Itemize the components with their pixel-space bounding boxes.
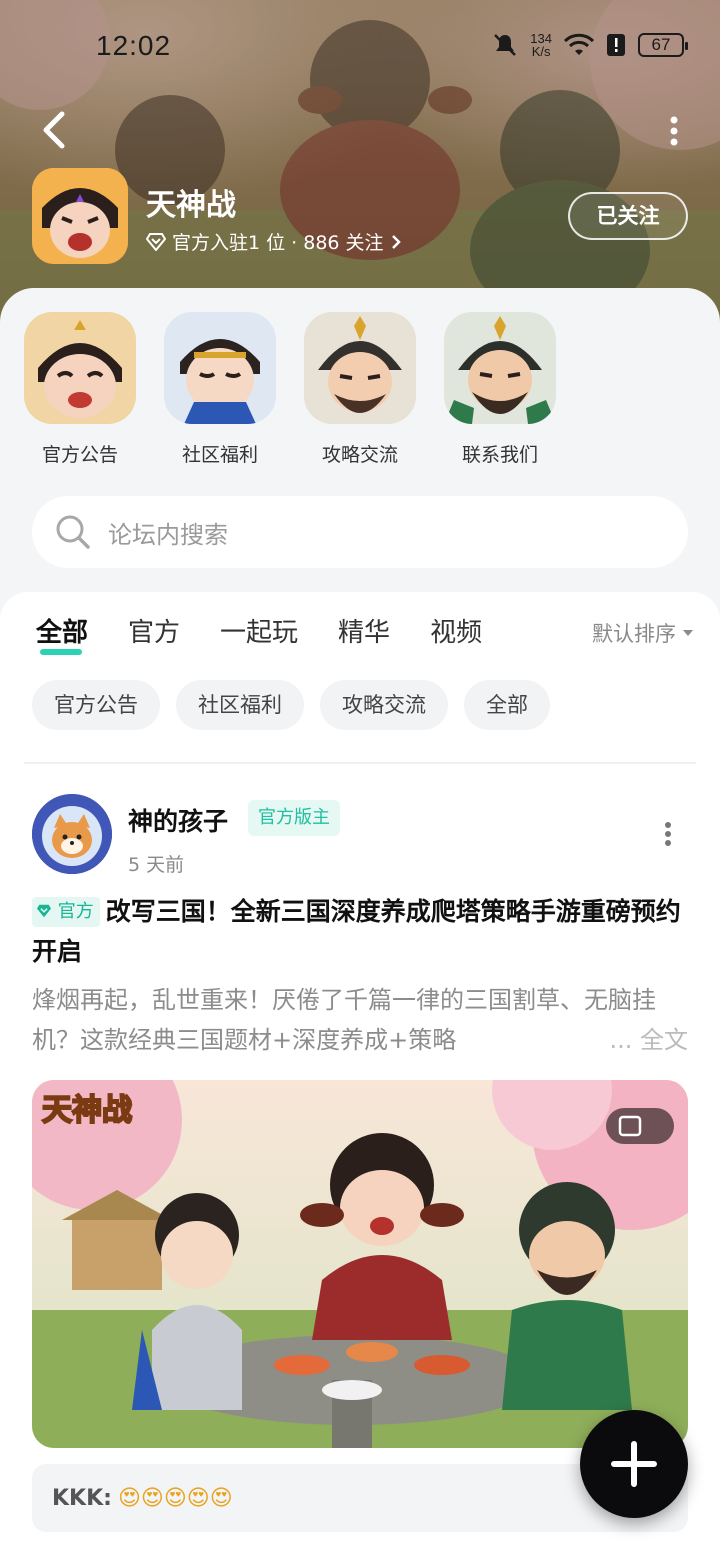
official-tag: 官方: [32, 897, 100, 927]
filter-chip-strategy[interactable]: 攻略交流: [320, 680, 448, 730]
author-avatar-art: [32, 794, 112, 874]
status-time: 12:02: [96, 30, 172, 61]
channel-official-announcements[interactable]: 官方公告: [24, 312, 136, 467]
channel-icon-announcements: [24, 312, 136, 424]
post-image-illustration: 天神战: [32, 1080, 688, 1448]
diamond-icon: [37, 904, 51, 918]
status-bar: 12:02 134 K/s 67: [0, 26, 720, 66]
channel-shortcuts: 官方公告 社区福利 攻略交流 联系我们: [24, 312, 556, 467]
filter-chip-welfare[interactable]: 社区福利: [176, 680, 304, 730]
channel-icon-welfare: [164, 312, 276, 424]
forum-header: 12:02 134 K/s 67 天神战 官方入驻1 位 · 886 关注 已关…: [0, 0, 720, 330]
divider: [24, 762, 696, 764]
post-excerpt[interactable]: 烽烟再起，乱世重来！厌倦了千篇一律的三国割草、无脑挂机？这款经典三国题材+深度养…: [32, 980, 692, 1060]
official-tag-label: 官方: [57, 901, 94, 922]
forum-panel: 官方公告 社区福利 攻略交流 联系我们 论坛内搜索 全部 官方 一起玩 精华 视…: [0, 288, 720, 1560]
more-options-icon[interactable]: [666, 116, 682, 146]
create-post-button[interactable]: [575, 1405, 693, 1523]
sort-label: 默认排序: [592, 622, 676, 646]
comment-emojis: 😍😍😍😍😍: [117, 1485, 233, 1511]
post-title[interactable]: 官方 改写三国！全新三国深度养成爬塔策略手游重磅预约开启: [32, 892, 692, 972]
channel-label: 攻略交流: [321, 444, 398, 466]
caret-down-icon: [683, 630, 693, 636]
filter-chip-all[interactable]: 全部: [464, 680, 550, 730]
gallery-icon: [618, 1115, 642, 1137]
forum-avatar: [32, 168, 128, 264]
post-more-icon[interactable]: [664, 822, 672, 846]
post-image[interactable]: 天神战: [32, 1080, 688, 1448]
forum-title: 天神战: [146, 188, 236, 223]
alert-icon: [607, 34, 625, 56]
net-speed: 134 K/s: [530, 32, 552, 58]
tab-all[interactable]: 全部: [36, 612, 88, 655]
channel-icon-strategy: [304, 312, 416, 424]
read-more-link[interactable]: ... 全文: [605, 1020, 688, 1060]
status-icons: 134 K/s 67: [492, 32, 688, 58]
post-title-text: 改写三国！全新三国深度养成爬塔策略手游重磅预约开启: [32, 897, 681, 966]
follow-button[interactable]: 已关注: [568, 192, 688, 240]
channel-label: 官方公告: [41, 444, 118, 466]
channel-label: 联系我们: [461, 444, 538, 466]
mute-icon: [494, 34, 517, 56]
net-speed-unit: K/s: [531, 44, 551, 59]
forum-meta-text: 官方入驻1 位 · 886 关注: [172, 232, 384, 254]
tab-official[interactable]: 官方: [128, 612, 180, 649]
forum-meta[interactable]: 官方入驻1 位 · 886 关注: [146, 228, 402, 255]
back-icon[interactable]: [34, 108, 74, 152]
image-count-badge: [606, 1108, 674, 1144]
post-time: 5 天前: [128, 854, 185, 876]
tab-featured[interactable]: 精华: [338, 612, 390, 649]
search-icon: [56, 515, 90, 549]
channel-icon-contact: [444, 312, 556, 424]
channel-community-welfare[interactable]: 社区福利: [164, 312, 276, 467]
diamond-icon: [146, 232, 166, 251]
comment-user: KKK:: [52, 1485, 112, 1511]
channel-contact-us[interactable]: 联系我们: [444, 312, 556, 467]
plus-icon: [611, 1441, 657, 1487]
author-avatar[interactable]: [32, 794, 112, 874]
tab-video[interactable]: 视频: [430, 612, 482, 649]
category-filters: 官方公告 社区福利 攻略交流 全部: [32, 680, 550, 730]
author-name[interactable]: 神的孩子: [128, 802, 228, 838]
chevron-right-icon: [391, 234, 401, 249]
channel-strategy-exchange[interactable]: 攻略交流: [304, 312, 416, 467]
battery-indicator: 67: [638, 33, 688, 57]
forum-avatar-art: [32, 168, 128, 264]
filter-chip-announcements[interactable]: 官方公告: [32, 680, 160, 730]
feed-tabs: 全部 官方 一起玩 精华 视频: [36, 612, 522, 655]
tab-play-together[interactable]: 一起玩: [220, 612, 298, 649]
wifi-icon: [564, 33, 594, 55]
post-image-logo: 天神战: [42, 1093, 132, 1128]
sort-dropdown[interactable]: 默认排序: [592, 618, 694, 648]
channel-label: 社区福利: [181, 444, 258, 466]
role-badge: 官方版主: [248, 800, 340, 836]
forum-search-bar[interactable]: 论坛内搜索: [32, 496, 688, 568]
search-input[interactable]: 论坛内搜索: [108, 515, 228, 550]
